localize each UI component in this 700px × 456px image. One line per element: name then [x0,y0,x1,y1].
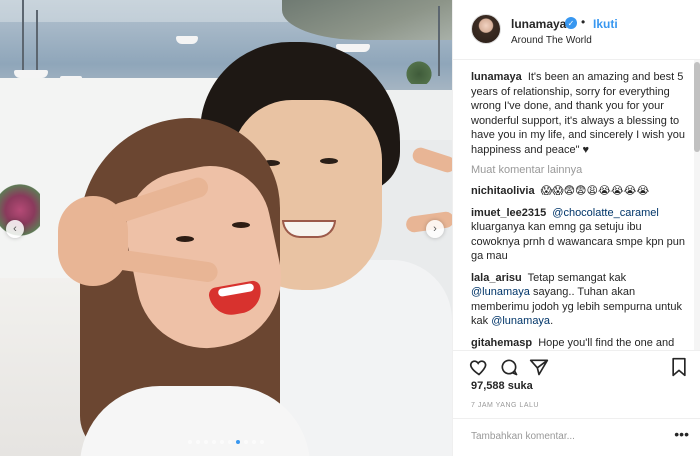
carousel-dots [0,440,452,444]
timestamp[interactable]: 7 JAM YANG LALU [471,402,539,409]
photo-mast [36,10,38,74]
photo-boat [176,36,198,44]
mention-link[interactable]: @chocolatte_caramel [552,207,659,219]
follow-button[interactable]: Ikuti [593,17,618,31]
comment-author-link[interactable]: imuet_lee2315 [471,207,546,219]
woman-eye [232,222,250,228]
add-comment-input[interactable]: Tambahkan komentar... [471,431,575,442]
comments-scrollbar-thumb[interactable] [694,62,700,152]
heart-icon[interactable] [469,357,489,377]
load-more-comments-button[interactable]: Muat komentar lainnya [471,164,687,176]
list-item: imuet_lee2315 @chocolatte_caramel kluarg… [471,206,687,264]
separator: • [581,15,586,29]
carousel-dot [220,440,224,444]
location-link[interactable]: Around The World [511,35,592,46]
avatar[interactable] [471,14,501,44]
list-item: gitahemasp Hope you'll find the one and … [471,336,687,351]
carousel-prev-button[interactable]: ‹ [6,220,24,238]
woman-eye [176,236,194,242]
comment-author-link[interactable]: gitahemasp [471,337,532,349]
carousel-dot [204,440,208,444]
chevron-right-icon: › [433,222,437,235]
mention-link[interactable]: @lunamaya [491,315,550,327]
comment-text: 😱😱😨😨😩😭😭😭😭 [540,185,650,197]
carousel-dot [196,440,200,444]
mention-link[interactable]: @lunamaya [471,286,530,298]
action-bar [453,350,700,380]
post-photo[interactable]: ‹ › [0,0,452,456]
list-item: nichitaolivia 😱😱😨😨😩😭😭😭😭 [471,184,687,199]
chevron-left-icon: ‹ [13,222,17,235]
comment-author-link[interactable]: nichitaolivia [471,185,535,197]
comment-icon[interactable] [499,357,519,377]
photo-mast [438,6,440,76]
photo-plant [404,60,434,84]
man-eye [320,158,338,164]
comments-list[interactable]: lunamaya It's been an amazing and best 5… [453,60,700,350]
carousel-dot [188,440,192,444]
add-comment-bar: Tambahkan komentar... ••• [453,418,700,456]
verified-badge-icon: ✓ [565,17,577,29]
bookmark-icon[interactable] [669,357,689,377]
comment-text: kluarganya kan emng ga setuju ibu cowokn… [471,221,686,262]
carousel-dot [228,440,232,444]
carousel-dot [236,440,240,444]
carousel-dot [260,440,264,444]
photo-mast [22,0,24,76]
caption-text: It's been an amazing and best 5 years of… [471,71,685,156]
caption-author-link[interactable]: lunamaya [471,71,522,83]
list-item: lala_arisu Tetap semangat kak @lunamaya … [471,271,687,329]
post-header: lunamaya ✓ • Ikuti Around The World [453,0,700,60]
comment-author-link[interactable]: lala_arisu [471,272,522,284]
caption: lunamaya It's been an amazing and best 5… [471,70,687,157]
carousel-dot [212,440,216,444]
carousel-dot [244,440,248,444]
share-icon[interactable] [529,357,549,377]
carousel-dot [252,440,256,444]
comment-text: Tetap semangat kak [527,271,627,284]
post-panel: lunamaya ✓ • Ikuti Around The World luna… [452,0,700,456]
likes-count[interactable]: 97,588 suka [471,380,533,392]
username-link[interactable]: lunamaya [511,17,566,31]
carousel-next-button[interactable]: › [426,220,444,238]
photo-boat [14,70,48,78]
comment-text: . [550,315,554,327]
more-options-icon[interactable]: ••• [674,426,689,442]
